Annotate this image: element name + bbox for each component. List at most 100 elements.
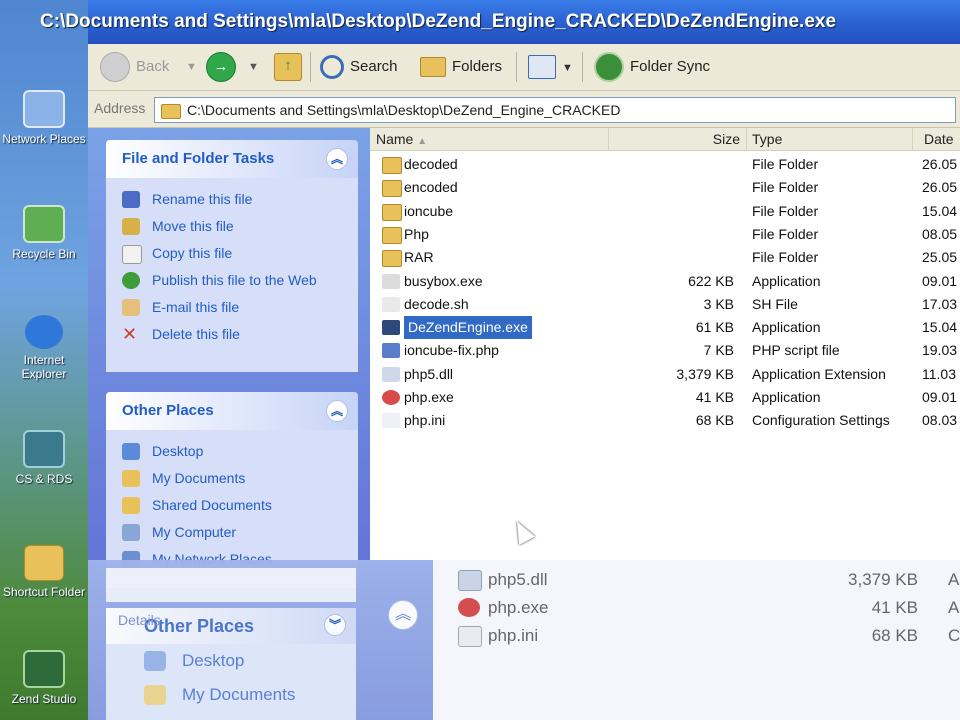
- file-row[interactable]: ioncube File Folder 15.04: [370, 200, 960, 223]
- column-type[interactable]: Type: [746, 128, 913, 150]
- move-icon: [122, 218, 140, 235]
- file-name: decoded: [404, 156, 458, 172]
- folder-icon: [382, 157, 402, 174]
- forward-dropdown[interactable]: ▼: [248, 52, 259, 82]
- task-copy[interactable]: Copy this file: [106, 240, 358, 267]
- file-type: SH File: [752, 295, 798, 312]
- file-row[interactable]: decode.sh 3 KB SH File 17.03: [370, 293, 960, 316]
- desktop-icon-network-places[interactable]: Network Places: [2, 90, 86, 146]
- file-size: 41 KB: [695, 389, 734, 405]
- file-type: PHP script file: [752, 342, 840, 359]
- folder-icon: [382, 203, 402, 221]
- file-size: 3,379 KB: [676, 365, 734, 382]
- place-my-computer[interactable]: My Computer: [106, 519, 358, 546]
- desktop-icon-folder[interactable]: Shortcut Folder: [2, 545, 86, 599]
- task-publish[interactable]: Publish this file to the Web: [106, 267, 358, 294]
- collapse-chevron-icon[interactable]: ︽: [326, 400, 348, 422]
- file-list: Name ▲ Size Type Date decoded File Folder…: [370, 128, 960, 560]
- ghost-place-my-documents[interactable]: My Documents: [106, 678, 356, 712]
- file-date: 11.03: [922, 365, 956, 382]
- ghost-row[interactable]: php.ini 68 KB Conf: [458, 622, 960, 650]
- other-places-header[interactable]: Other Places ︽: [106, 392, 358, 430]
- file-name: php.ini: [404, 412, 446, 429]
- folder-icon: [382, 180, 402, 198]
- desktop-icon-recycle-bin[interactable]: Recycle Bin: [2, 205, 86, 261]
- forward-button[interactable]: →: [206, 52, 242, 83]
- task-delete[interactable]: ✕ Delete this file: [106, 321, 358, 348]
- place-desktop[interactable]: Desktop: [106, 438, 358, 465]
- ghost-collapse-chevron-icon[interactable]: ︽: [388, 600, 418, 630]
- up-button[interactable]: ↑: [274, 52, 308, 82]
- app-icon: [382, 273, 400, 289]
- ghost-row[interactable]: php5.dll 3,379 KB Appli: [458, 566, 960, 594]
- desktop-icon: [144, 651, 166, 671]
- file-type: File Folder: [752, 249, 819, 266]
- file-type: File Folder: [752, 179, 819, 196]
- ghost-row[interactable]: php.exe 41 KB Appli: [458, 594, 960, 622]
- other-places-panel: Other Places ︽ Desktop My Documents Shar…: [106, 392, 358, 588]
- folders-button[interactable]: Folders: [420, 52, 502, 82]
- desktop-icon-label: Internet Explorer: [21, 353, 67, 381]
- file-name: ioncube-fix.php: [404, 342, 499, 359]
- recycle-bin-icon: [23, 205, 65, 243]
- task-move[interactable]: Move this file: [106, 213, 358, 240]
- address-label: Address: [94, 100, 146, 116]
- place-my-documents[interactable]: My Documents: [106, 465, 358, 492]
- collapse-chevron-icon[interactable]: ︾: [324, 614, 346, 636]
- folder-sync-button[interactable]: Folder Sync: [594, 52, 710, 83]
- folder-icon: [144, 685, 166, 705]
- folder-icon: [161, 103, 181, 119]
- file-size: 68 KB: [695, 412, 734, 429]
- file-row[interactable]: encoded File Folder 26.05: [370, 176, 960, 199]
- desktop-icon-internet-explorer[interactable]: Internet Explorer: [2, 315, 86, 381]
- folder-icon: [122, 497, 140, 514]
- column-date[interactable]: Date: [918, 128, 960, 150]
- file-row[interactable]: php.exe 41 KB Application 09.01: [370, 386, 960, 409]
- globe-icon: [122, 272, 140, 289]
- address-field[interactable]: C:\Documents and Settings\mla\Desktop\De…: [154, 97, 956, 123]
- file-folder-tasks-header[interactable]: File and Folder Tasks ︽: [106, 140, 358, 178]
- task-email[interactable]: E-mail this file: [106, 294, 358, 321]
- file-row[interactable]: DeZendEngine.exe 61 KB Application 15.04: [370, 316, 960, 340]
- file-date: 09.01: [922, 272, 958, 289]
- search-button[interactable]: Search: [320, 52, 398, 82]
- file-row[interactable]: ioncube-fix.php 7 KB PHP script file 19.03: [370, 339, 960, 362]
- address-path: C:\Documents and Settings\mla\Desktop\De…: [187, 102, 621, 118]
- place-shared-documents[interactable]: Shared Documents: [106, 492, 358, 519]
- ghost-details-label: Details: [118, 612, 161, 628]
- ini-icon: [382, 413, 400, 429]
- file-name: php5.dll: [404, 365, 454, 382]
- php-icon: [382, 343, 400, 359]
- file-type: Application: [752, 389, 821, 405]
- file-date: 26.05: [922, 179, 958, 196]
- views-button[interactable]: ▼: [528, 52, 573, 82]
- rename-icon: [122, 191, 140, 208]
- ghost-place-desktop[interactable]: Desktop: [106, 644, 356, 678]
- file-row[interactable]: busybox.exe 622 KB Application 09.01: [370, 270, 960, 293]
- desktop: Network Places Recycle Bin Internet Expl…: [0, 0, 90, 720]
- back-button[interactable]: Back: [100, 52, 169, 83]
- file-row[interactable]: php.ini 68 KB Configuration Settings 08.03: [370, 409, 960, 432]
- desktop-icon-cs-rds[interactable]: CS & RDS: [2, 430, 86, 486]
- column-size[interactable]: Size: [608, 128, 747, 150]
- file-row[interactable]: php5.dll 3,379 KB Application Extension 11.…: [370, 363, 960, 386]
- network-icon: [23, 430, 65, 468]
- file-date: 15.04: [922, 319, 958, 336]
- file-name: DeZendEngine.exe: [404, 316, 532, 340]
- search-icon: [320, 55, 344, 80]
- file-row[interactable]: RAR File Folder 25.05: [370, 246, 960, 269]
- collapse-chevron-icon[interactable]: ︽: [326, 148, 348, 170]
- title-bar[interactable]: C:\Documents and Settings\mla\Desktop\De…: [40, 0, 960, 44]
- file-row[interactable]: Php File Folder 08.05: [370, 223, 960, 246]
- column-name[interactable]: Name ▲: [370, 128, 609, 150]
- file-date: 08.03: [922, 412, 958, 429]
- address-bar: Address C:\Documents and Settings\mla\De…: [88, 91, 960, 128]
- folder-icon: [24, 545, 64, 581]
- computer-icon: [122, 524, 140, 541]
- task-rename[interactable]: Rename this file: [106, 186, 358, 213]
- up-folder-icon: ↑: [274, 53, 302, 82]
- desktop-icon-zend[interactable]: Zend Studio: [2, 650, 86, 706]
- file-name: RAR: [404, 249, 434, 266]
- file-row[interactable]: decoded File Folder 26.05: [370, 153, 960, 176]
- back-dropdown[interactable]: ▼: [186, 52, 197, 82]
